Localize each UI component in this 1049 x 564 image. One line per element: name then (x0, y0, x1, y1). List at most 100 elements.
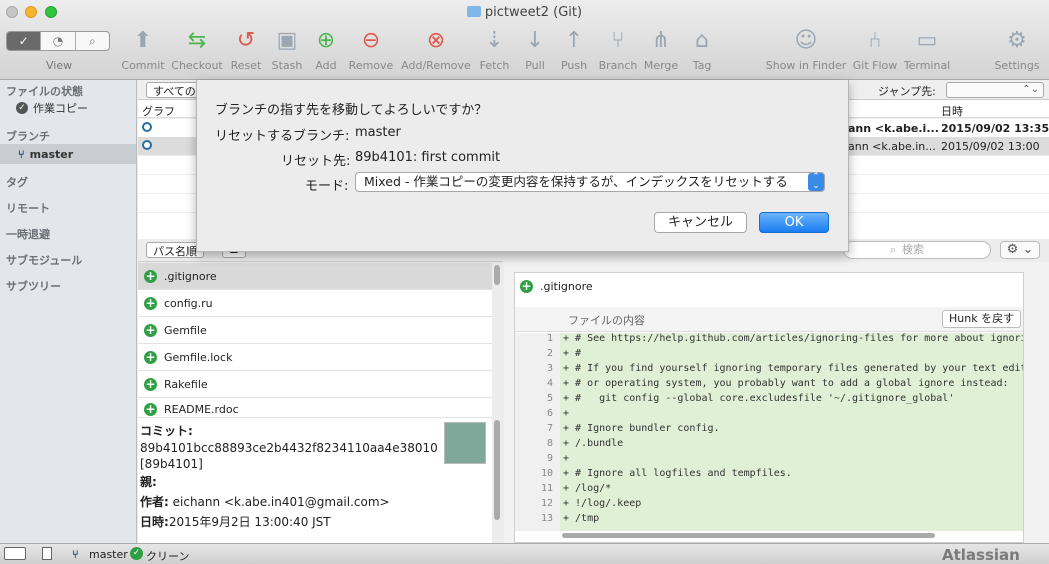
merge-icon: ⋔ (651, 28, 671, 53)
revert-hunk-button[interactable]: Hunk を戻す (942, 310, 1022, 328)
diff-search-input[interactable]: ⌕ 検索 (843, 241, 991, 259)
pull-button[interactable]: ↓ Pull (520, 28, 550, 74)
dialog-question: ブランチの指す先を移動してよろしいですか？ (215, 103, 488, 118)
sidebar: ファイルの状態 ✓ 作業コピー ブランチ ⑂ master タグ リモート 一時退避… (0, 80, 137, 543)
mode-select[interactable]: Mixed - 作業コピーの変更内容を保持するが、インデックスをリセットする (355, 172, 825, 192)
ok-button[interactable]: OK (759, 212, 829, 233)
details-scrollbar[interactable] (494, 420, 500, 520)
fetch-button[interactable]: ⇣ Fetch (478, 28, 511, 74)
add-remove-icon: ⊗ (426, 28, 446, 53)
history-icon[interactable]: ◔ (41, 32, 76, 50)
jump-to-select[interactable]: ⌃⌄ (946, 82, 1044, 98)
stash-button[interactable]: ▣ Stash (269, 28, 305, 74)
panel-toggle-icon[interactable] (42, 547, 52, 560)
target-label: リセット先: (281, 154, 351, 169)
added-icon: + (520, 279, 533, 293)
checkmark-icon: ✓ (16, 102, 28, 114)
diff-options-gear-icon[interactable]: ⚙ ⌄ (1000, 241, 1040, 259)
gear-icon: ⚙ (1007, 28, 1027, 53)
diff-line: 6 + (546, 408, 570, 419)
file-item[interactable]: + Gemfile.lock (138, 344, 492, 371)
graph-node (142, 140, 152, 150)
diff-file-name: + .gitignore (520, 279, 593, 293)
diff-line: 7 + # Ignore bundler config. (546, 423, 720, 434)
sidebar-heading-submodule[interactable]: サブモジュール (6, 252, 82, 268)
diff-line: 4 + # or operating system, you probably w… (546, 378, 1009, 389)
view-segmented-control[interactable]: ✓ ◔ ⌕ (6, 31, 110, 51)
sidebar-heading-file-status[interactable]: ファイルの状態 (6, 83, 83, 99)
checkmark-icon[interactable]: ✓ (7, 32, 42, 50)
terminal-button[interactable]: ▭ Terminal (903, 28, 951, 74)
sidebar-heading-subtree[interactable]: サブツリー (6, 278, 61, 294)
window-toolbar: pictweet2 (Git) ✓ ◔ ⌕ View ⬆ Commit ⇆ Chec… (0, 0, 1049, 80)
brand-logo: Atlassian (942, 546, 1020, 564)
git-flow-button[interactable]: ⑃ Git Flow (851, 28, 899, 74)
status-bar: ⑂ master ✓ クリーン Atlassian (0, 543, 1049, 564)
push-icon: ↑ (564, 28, 584, 53)
fetch-icon: ⇣ (485, 28, 504, 53)
diff-line: 10 + # Ignore all logfiles and tempfiles. (540, 468, 792, 479)
pull-icon: ↓ (525, 28, 545, 53)
diff-horizontal-scrollbar[interactable] (562, 533, 935, 538)
file-item[interactable]: + README.rdoc (138, 398, 492, 418)
jump-label: ジャンプ先: (878, 85, 936, 98)
remove-button[interactable]: ⊖ Remove (348, 28, 394, 74)
date-value: 2015年9月2日 13:00:40 JST (168, 515, 331, 529)
diff-line: 2 + # (546, 348, 582, 359)
add-remove-button[interactable]: ⊗ Add/Remove (401, 28, 471, 74)
parent-label: 親: (140, 475, 157, 489)
file-item[interactable]: + Rakefile (138, 371, 492, 398)
sidebar-heading-branch[interactable]: ブランチ (6, 128, 50, 144)
branch-filter-dropdown[interactable]: すべての (146, 82, 203, 98)
diff-line: 1 + # See https://help.github.com/article… (546, 333, 1023, 344)
folder-icon (466, 6, 481, 17)
tag-button[interactable]: ⌂ Tag (688, 28, 716, 74)
commit-hash: 89b4101bcc88893ce2b4432f8234110aa4e38010 (140, 441, 438, 455)
file-item[interactable]: + Gemfile (138, 317, 492, 344)
reset-button[interactable]: ↺ Reset (228, 28, 264, 74)
sidebar-heading-tag[interactable]: タグ (6, 174, 28, 190)
show-in-finder-button[interactable]: ☺ Show in Finder (764, 28, 848, 74)
cancel-button[interactable]: キャンセル (654, 212, 747, 233)
sidebar-item-working-copy[interactable]: ✓ 作業コピー (0, 98, 136, 118)
column-graph[interactable]: グラフ (142, 103, 175, 119)
commit-icon: ⬆ (133, 28, 153, 53)
avatar (444, 422, 486, 464)
branch-icon: ⑂ (72, 548, 79, 561)
commit-short-hash: [89b4101] (140, 457, 203, 471)
add-button[interactable]: ⊕ Add (311, 28, 341, 74)
sidebar-toggle-icon[interactable] (4, 547, 26, 560)
graph-node (142, 122, 152, 132)
commit-label: コミット: (140, 424, 193, 438)
sidebar-heading-stash[interactable]: 一時退避 (6, 226, 50, 242)
search-icon[interactable]: ⌕ (76, 32, 109, 50)
status-branch: master (89, 548, 128, 561)
sidebar-item-master[interactable]: ⑂ master (0, 144, 136, 164)
file-item[interactable]: + .gitignore (138, 263, 492, 290)
diff-line: 11 + /log/* (540, 483, 612, 494)
sidebar-heading-remote[interactable]: リモート (6, 200, 50, 216)
merge-button[interactable]: ⋔ Merge (643, 28, 679, 74)
push-button[interactable]: ↑ Push (558, 28, 590, 74)
remove-icon: ⊖ (361, 28, 381, 53)
diff-line: 9 + (546, 453, 570, 464)
view-label: View (46, 59, 73, 72)
branch-button[interactable]: ⑂ Branch (597, 28, 639, 74)
file-item[interactable]: + config.ru (138, 290, 492, 317)
add-icon: ⊕ (316, 28, 336, 53)
file-list-scrollbar[interactable] (494, 265, 500, 285)
added-icon: + (144, 402, 157, 416)
mode-label: モード: (305, 179, 349, 194)
git-flow-icon: ⑃ (868, 28, 882, 53)
commit-button[interactable]: ⬆ Commit (120, 28, 166, 74)
settings-button[interactable]: ⚙ Settings (993, 28, 1041, 74)
select-arrows-icon[interactable]: ⌃ ⌄ (808, 173, 824, 191)
checkout-button[interactable]: ⇆ Checkout (170, 28, 224, 74)
date-label: 日時: (140, 515, 169, 529)
status-state: クリーン (146, 550, 190, 563)
author-label: 作者: (140, 495, 169, 509)
column-date[interactable]: 日時 (941, 103, 963, 119)
added-icon: + (144, 322, 157, 337)
branch-value: master (355, 125, 401, 140)
reset-icon: ↺ (236, 28, 256, 53)
